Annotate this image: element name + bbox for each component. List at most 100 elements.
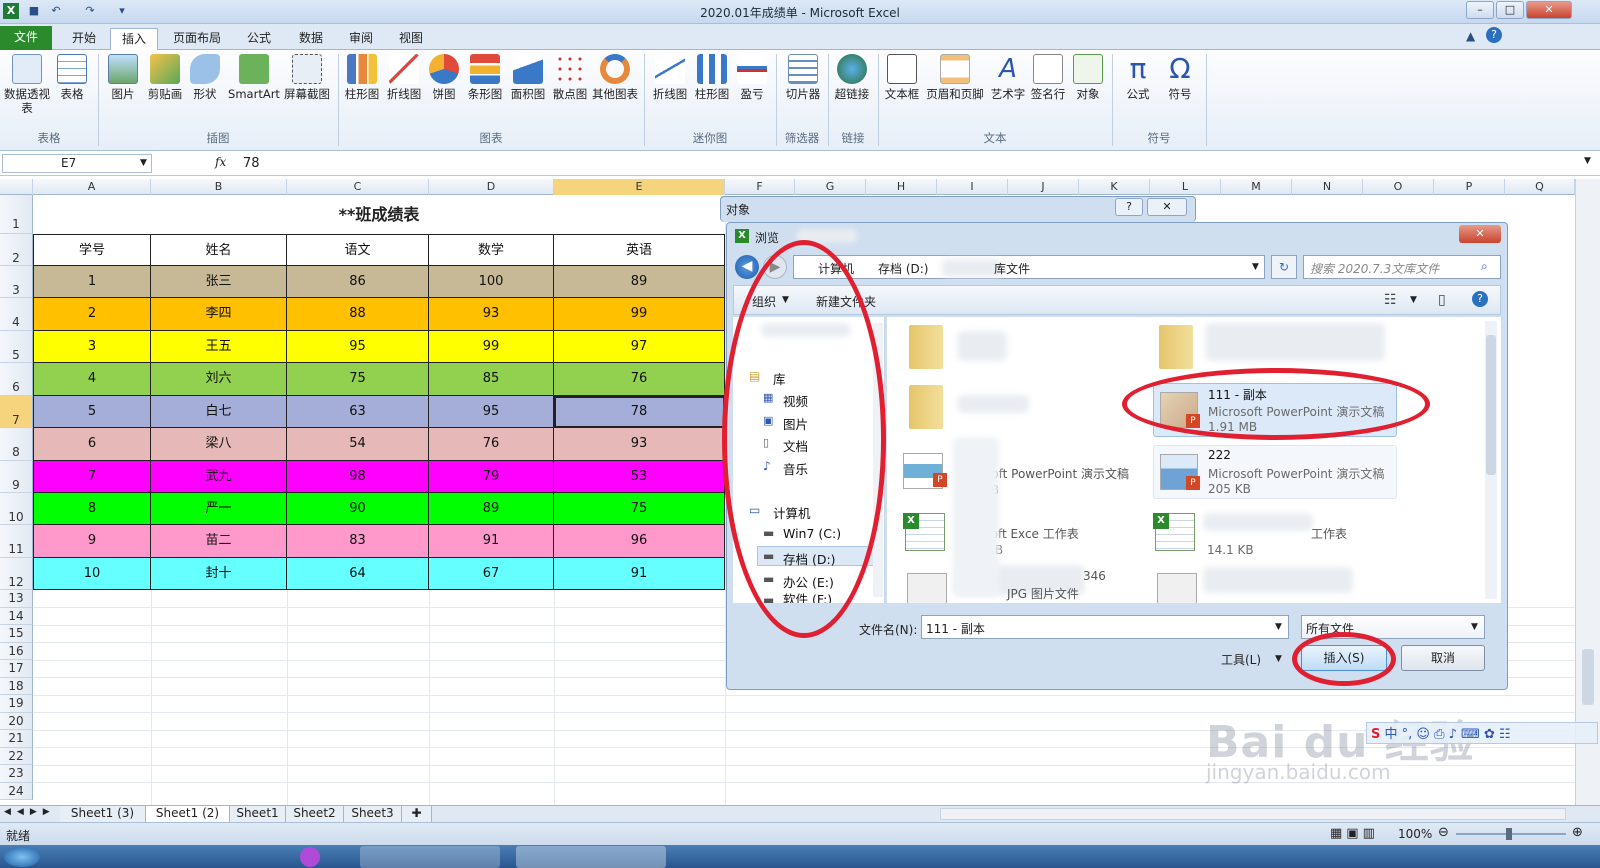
row-header[interactable]: 5 [0,331,33,363]
cell-english[interactable]: 89 [554,266,725,298]
breadcrumb-folder[interactable]: 库文件 [994,260,1030,277]
header-footer-button[interactable]: 页眉和页脚 [922,54,988,101]
row-header[interactable]: 14 [0,607,33,625]
folder-icon[interactable] [909,325,943,369]
tab-review[interactable]: 审阅 [338,28,384,50]
cell-english[interactable]: 99 [554,298,725,331]
row-header[interactable]: 17 [0,660,33,678]
horizontal-scrollbar[interactable] [940,808,1566,820]
cell-id[interactable]: 7 [33,461,151,493]
cell-english[interactable]: 78 [554,396,725,428]
dialog-help-icon[interactable]: ? [1472,291,1488,307]
other-charts-button[interactable]: 其他图表 [592,54,638,101]
win-loss-button[interactable]: 盈亏 [734,54,770,101]
cell-english[interactable]: 76 [554,363,725,396]
row-header[interactable]: 23 [0,765,33,783]
column-header[interactable]: E [554,179,725,195]
tools-menu[interactable]: 工具(L) [1221,651,1261,668]
minimize-button[interactable]: – [1466,1,1494,19]
cell-chinese[interactable]: 75 [287,363,429,396]
column-header[interactable]: F [725,179,795,195]
text-box-button[interactable]: 文本框 [882,54,922,101]
bar-chart-button[interactable]: 条形图 [464,54,506,101]
cell-chinese[interactable]: 86 [287,266,429,298]
cell-chinese[interactable]: 90 [287,493,429,525]
cell-math[interactable]: 76 [429,428,554,461]
column-header[interactable]: C [287,179,429,195]
zoom-level[interactable]: 100% [1398,827,1432,841]
cancel-button[interactable]: 取消 [1401,645,1485,671]
row-header[interactable]: 2 [0,234,33,266]
column-header[interactable]: A [33,179,151,195]
row-header[interactable]: 20 [0,712,33,730]
function-icon[interactable]: fx [215,155,226,169]
file-type-dropdown-icon[interactable]: ▼ [1471,622,1478,632]
search-input[interactable]: 搜索 2020.7.3文库文件 [1303,255,1501,279]
zoom-in-icon[interactable]: ⊕ [1572,825,1583,840]
cell-id[interactable]: 9 [33,525,151,558]
cell-math[interactable]: 95 [429,396,554,428]
tab-page-layout[interactable]: 页面布局 [164,28,230,50]
image-file-icon[interactable] [907,573,947,603]
row-header[interactable]: 4 [0,298,33,331]
folder-icon[interactable] [909,385,943,429]
cell-math[interactable]: 93 [429,298,554,331]
sheet-tab[interactable]: Sheet3 [344,806,402,822]
name-box-dropdown-icon[interactable]: ▼ [140,158,147,168]
cell-chinese[interactable]: 63 [287,396,429,428]
cell-math[interactable]: 85 [429,363,554,396]
breadcrumb-drive-d[interactable]: 存档 (D:) [878,260,928,277]
ime-toolbar[interactable]: S 中 °, ☺ ⎙ ♪ ⌨ ✿ ☷ [1366,722,1598,744]
sparkline-column-button[interactable]: 柱形图 [692,54,732,101]
select-all-corner[interactable] [0,179,33,195]
column-header[interactable]: O [1363,179,1434,195]
cell-id[interactable]: 2 [33,298,151,331]
cell-id[interactable]: 8 [33,493,151,525]
taskbar-app-icon[interactable] [300,847,320,867]
row-header[interactable]: 21 [0,730,33,748]
expand-formula-icon[interactable]: ▼ [1584,156,1591,166]
cell-id[interactable]: 10 [33,558,151,590]
cell-id[interactable]: 3 [33,331,151,363]
cell-math[interactable]: 100 [429,266,554,298]
cell-english[interactable]: 53 [554,461,725,493]
address-dropdown-icon[interactable]: ▼ [1252,262,1259,272]
tab-data[interactable]: 数据 [288,28,334,50]
tools-dropdown-icon[interactable]: ▼ [1275,654,1282,664]
filename-dropdown-icon[interactable]: ▼ [1275,622,1282,632]
tab-formulas[interactable]: 公式 [236,28,282,50]
sheet-tab-active[interactable]: Sheet1 (2) [146,806,230,822]
tab-insert[interactable]: 插入 [110,28,158,50]
column-header[interactable]: K [1079,179,1150,195]
sheet-nav-icons[interactable]: ◀◀▶▶ [4,807,56,817]
new-sheet-icon[interactable]: ✚ [402,806,432,822]
scroll-thumb[interactable] [1582,649,1594,705]
start-button-icon[interactable] [4,847,40,867]
tab-file[interactable]: 文件 [0,26,52,50]
hyperlink-button[interactable]: 超链接 [832,54,872,101]
row-header[interactable]: 16 [0,642,33,660]
column-header[interactable]: H [866,179,937,195]
row-header[interactable]: 3 [0,266,33,298]
cell-english[interactable]: 96 [554,525,725,558]
row-header[interactable]: 24 [0,782,33,800]
row-header[interactable]: 6 [0,363,33,396]
shapes-button[interactable]: 形状 [188,54,222,101]
cell-chinese[interactable]: 64 [287,558,429,590]
cell-math[interactable]: 91 [429,525,554,558]
view-mode-icons[interactable]: ▦▣▥ [1330,826,1379,841]
cell-math[interactable]: 79 [429,461,554,493]
signature-line-button[interactable]: 签名行 [1028,54,1068,101]
wordart-button[interactable]: A 艺术字 [988,54,1028,101]
cell-id[interactable]: 1 [33,266,151,298]
cell-math[interactable]: 89 [429,493,554,525]
header-cell-chinese[interactable]: 语文 [287,234,429,266]
file-list-scrollbar[interactable] [1485,321,1497,599]
cell-name[interactable]: 白七 [151,396,287,428]
help-icon[interactable]: ? [1486,27,1502,43]
cell-name[interactable]: 梁八 [151,428,287,461]
row-header[interactable]: 11 [0,525,33,558]
row-header[interactable]: 7 [0,396,33,428]
refresh-icon[interactable]: ↻ [1271,255,1297,279]
column-chart-button[interactable]: 柱形图 [342,54,382,101]
